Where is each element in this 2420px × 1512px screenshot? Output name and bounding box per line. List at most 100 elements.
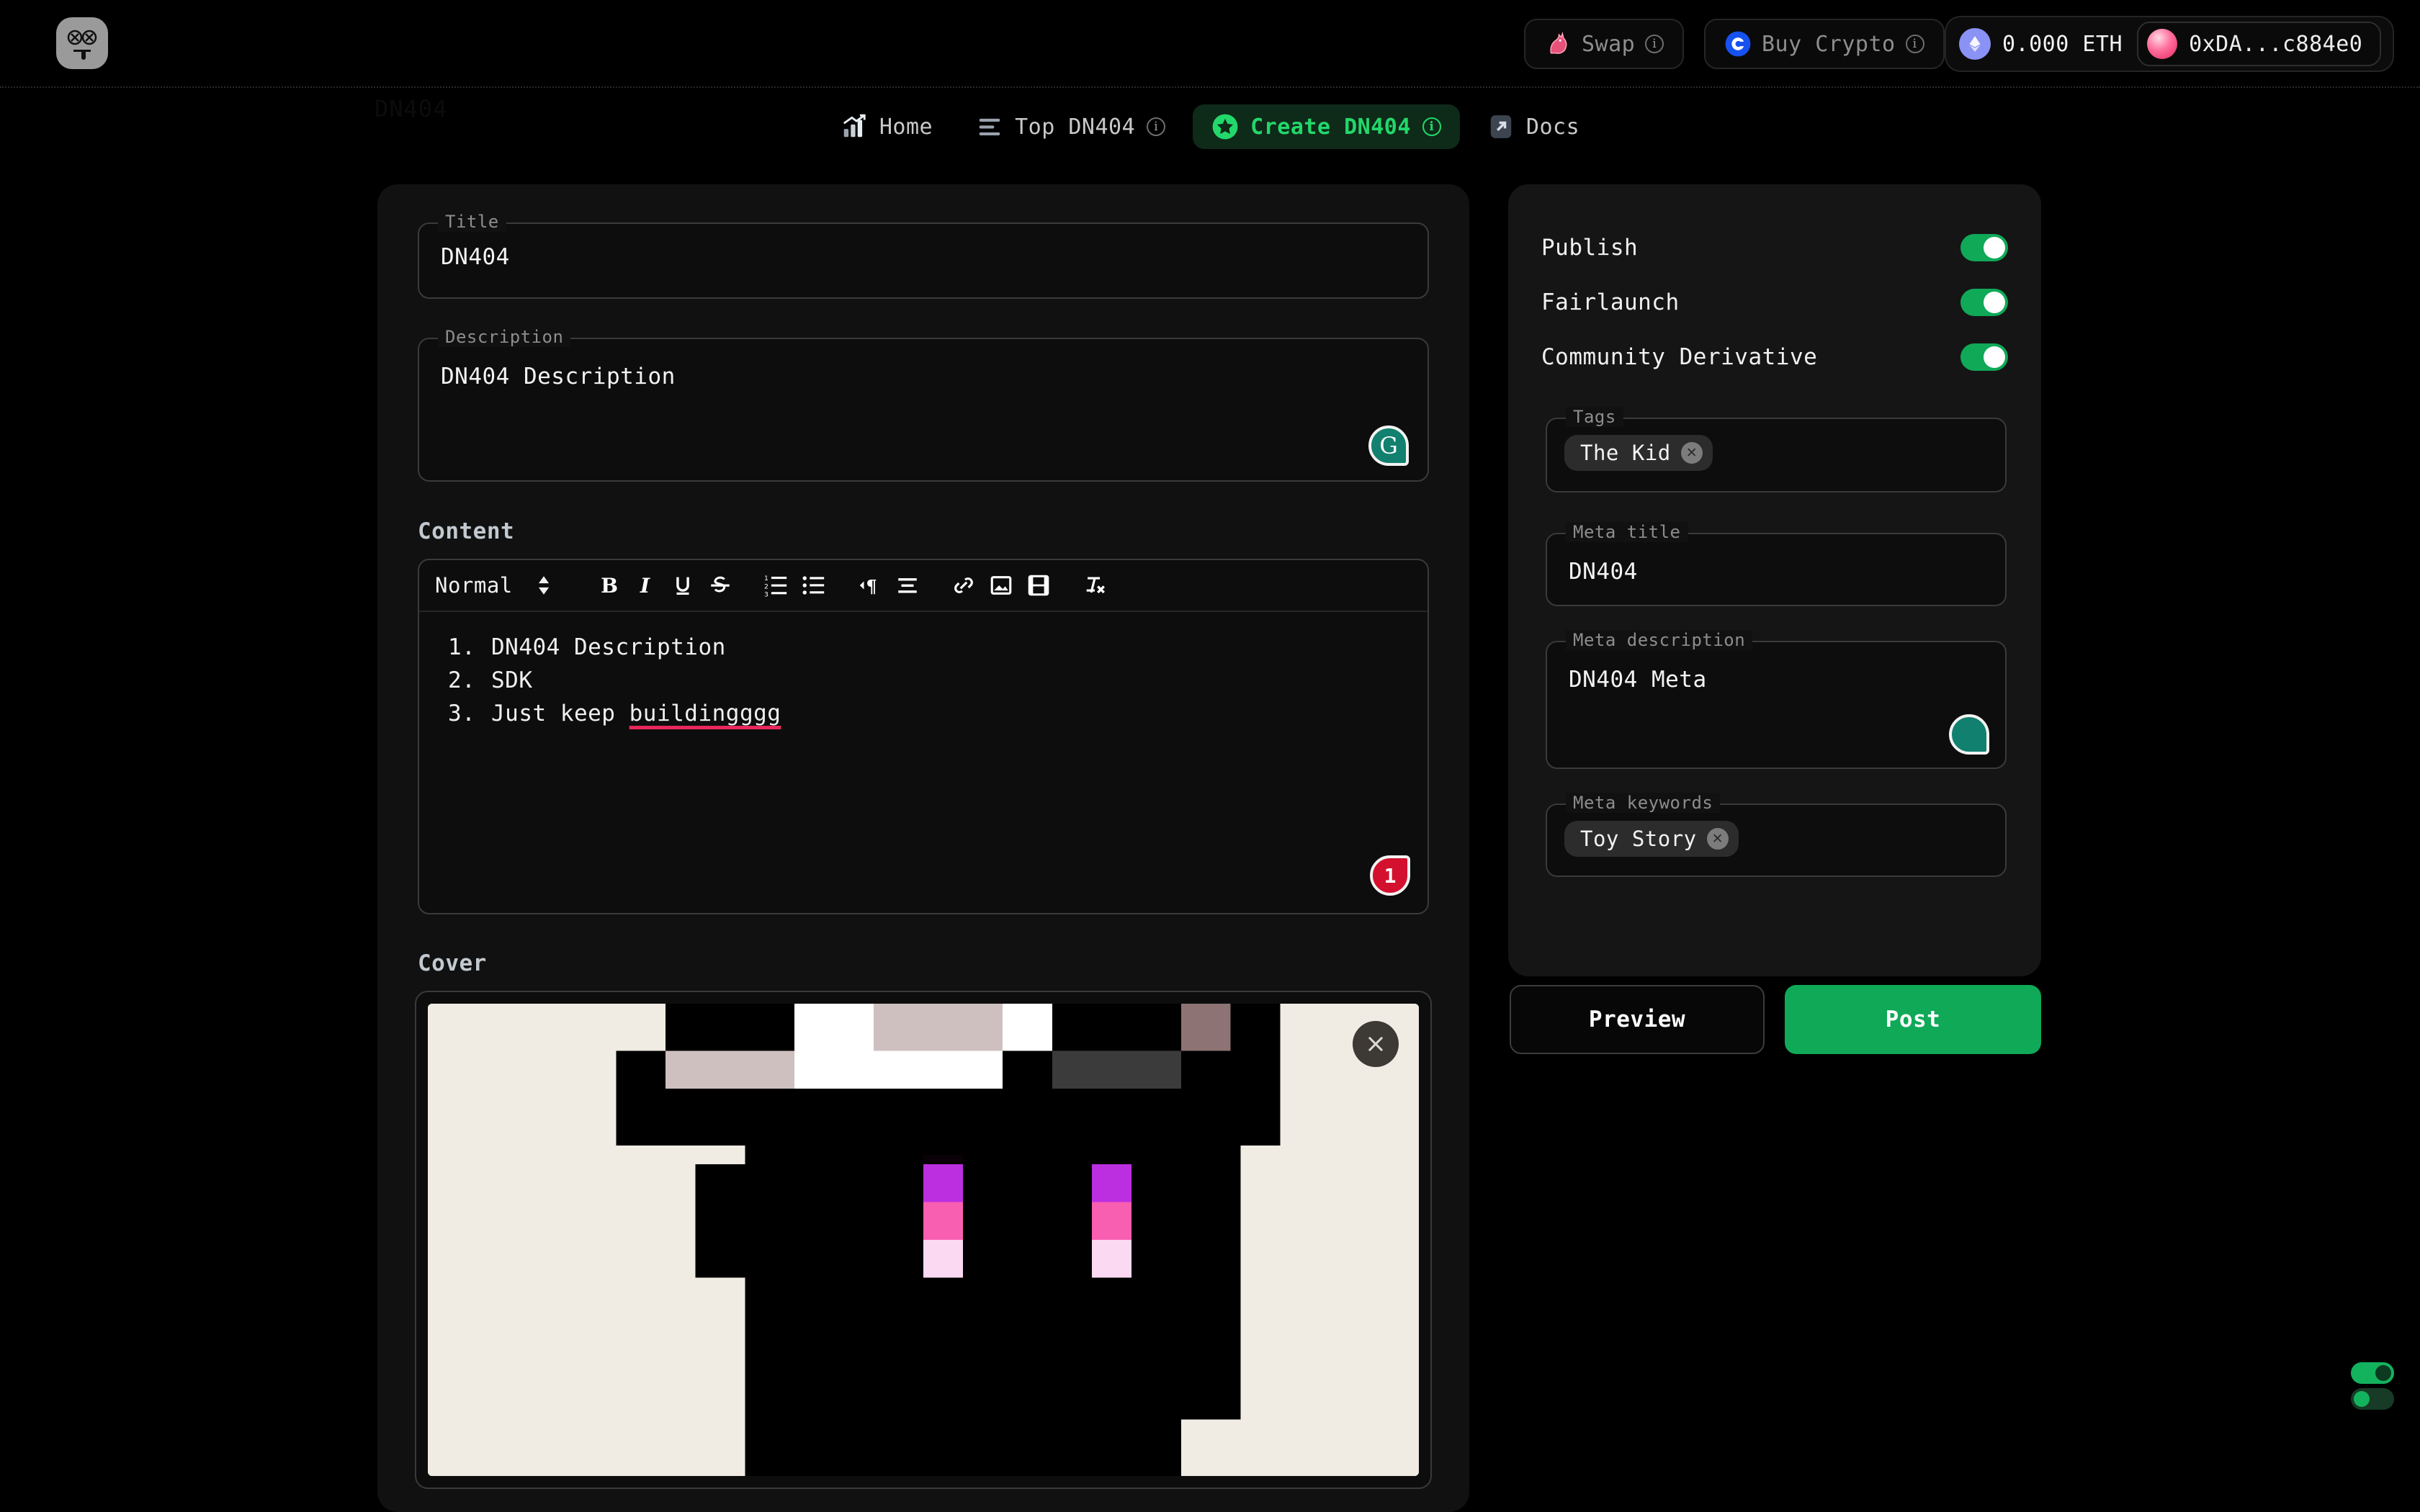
cover-upload-box[interactable] — [415, 991, 1432, 1489]
list-item-number: 2. — [448, 667, 476, 693]
editor-toolbar: Normal B I 1 2 3 ¶ — [419, 560, 1428, 612]
list-item-text: DN404 Description — [491, 634, 726, 660]
theme-toggle-on[interactable] — [2351, 1362, 2394, 1384]
toggle-row-publish: Publish — [1541, 229, 2008, 266]
image-icon[interactable] — [982, 567, 1020, 604]
bullet-list-icon[interactable] — [795, 567, 833, 604]
chip-close-icon[interactable]: ✕ — [1706, 828, 1729, 850]
meta-description-legend: Meta description — [1566, 630, 1753, 650]
style-select[interactable]: Normal — [435, 573, 570, 598]
post-button[interactable]: Post — [1785, 985, 2041, 1054]
wallet-address-button[interactable]: 0xDA...c884e0 — [2137, 22, 2382, 66]
text-direction-icon[interactable]: ¶ — [851, 567, 889, 604]
coinbase-icon — [1725, 31, 1751, 57]
nav-item-docs[interactable]: Docs — [1471, 104, 1595, 149]
content-editor[interactable]: Normal B I 1 2 3 ¶ 1. DN404 Description … — [418, 559, 1429, 914]
buy-crypto-button[interactable]: Buy Crypto i — [1704, 19, 1945, 69]
eth-balance-amount: 0.000 ETH — [2002, 31, 2123, 57]
meta-title-legend: Meta title — [1566, 522, 1688, 542]
toggle-fairlaunch[interactable] — [1960, 289, 2008, 316]
link-icon[interactable] — [945, 567, 982, 604]
list-icon — [979, 118, 1000, 136]
list-item: 3. Just keep buildingggg — [448, 697, 1399, 730]
close-icon[interactable] — [1353, 1021, 1399, 1067]
wallet-address-label: 0xDA...c884e0 — [2189, 31, 2363, 57]
external-link-icon — [1490, 115, 1512, 138]
preview-button[interactable]: Preview — [1510, 985, 1765, 1054]
main-nav: Home Top DN404 i Create DN404 i Docs — [0, 95, 2420, 158]
title-legend: Title — [438, 212, 506, 232]
tag-chip-label: The Kid — [1580, 441, 1671, 465]
list-item-number: 3. — [448, 701, 476, 726]
ethereum-icon — [1959, 28, 1991, 60]
nav-item-top-dn404-label: Top DN404 — [1015, 114, 1136, 140]
meta-title-field[interactable]: Meta title DN404 — [1546, 522, 2007, 609]
buy-crypto-label: Buy Crypto — [1762, 31, 1896, 57]
list-item: 1. DN404 Description — [448, 631, 1399, 664]
wallet-group: 0.000 ETH 0xDA...c884e0 — [1945, 16, 2395, 72]
toggle-publish[interactable] — [1960, 234, 2008, 261]
eth-balance[interactable]: 0.000 ETH — [1959, 28, 2127, 60]
video-icon[interactable] — [1020, 567, 1057, 604]
swap-button[interactable]: Swap i — [1524, 19, 1685, 69]
meta-title-input[interactable]: DN404 — [1547, 534, 2005, 609]
grammarly-issue-count-badge[interactable]: 1 — [1370, 855, 1410, 896]
bold-icon[interactable]: B — [589, 567, 627, 604]
avatar — [2147, 29, 2178, 59]
underline-icon[interactable] — [664, 567, 702, 604]
toggle-label-publish: Publish — [1541, 235, 1639, 261]
meta-keywords-chip-list: Toy Story ✕ — [1547, 805, 2005, 873]
meta-description-input[interactable]: DN404 Meta — [1547, 642, 2005, 717]
ordered-list-icon[interactable]: 1 2 3 — [758, 567, 795, 604]
background-ghost-text: DN404 — [375, 95, 448, 122]
description-legend: Description — [438, 327, 571, 347]
cover-label: Cover — [418, 950, 487, 976]
tags-legend: Tags — [1566, 407, 1623, 427]
meta-keywords-legend: Meta keywords — [1566, 793, 1721, 813]
info-icon[interactable]: i — [1422, 117, 1441, 136]
dead-face-logo-icon[interactable] — [56, 17, 108, 69]
svg-text:2: 2 — [764, 582, 768, 590]
nav-item-create-dn404[interactable]: Create DN404 i — [1193, 104, 1460, 149]
toggle-label-community-derivative: Community Derivative — [1541, 344, 1818, 370]
clear-format-icon[interactable] — [1076, 567, 1113, 604]
nav-item-docs-label: Docs — [1525, 114, 1580, 140]
nav-item-top-dn404[interactable]: Top DN404 i — [960, 104, 1181, 149]
theme-toggle-off[interactable] — [2351, 1388, 2394, 1410]
content-label: Content — [418, 518, 515, 544]
align-icon[interactable] — [889, 567, 926, 604]
grammarly-icon[interactable] — [1949, 714, 1989, 755]
svg-text:I: I — [640, 573, 650, 598]
theme-toggle-widget[interactable] — [2351, 1362, 2394, 1410]
list-item-text: SDK — [491, 667, 533, 693]
chip-close-icon[interactable]: ✕ — [1680, 442, 1703, 464]
title-field[interactable]: Title DN404 — [418, 212, 1429, 299]
description-input[interactable]: DN404 Description — [419, 339, 1428, 414]
info-icon[interactable]: i — [1905, 35, 1924, 53]
info-icon[interactable]: i — [1147, 117, 1166, 136]
nav-item-home[interactable]: Home — [825, 104, 949, 149]
toggle-label-fairlaunch: Fairlaunch — [1541, 289, 1680, 315]
pixel-art-character-cover — [428, 1004, 1419, 1476]
tag-chip[interactable]: The Kid ✕ — [1564, 435, 1713, 471]
tags-chip-list: The Kid ✕ — [1547, 419, 2005, 487]
tags-field[interactable]: Tags The Kid ✕ — [1546, 407, 2007, 492]
editor-body[interactable]: 1. DN404 Description 2. SDK 3. Just keep… — [419, 612, 1428, 913]
keyword-chip[interactable]: Toy Story ✕ — [1564, 821, 1739, 857]
nav-item-home-label: Home — [879, 114, 933, 140]
info-icon[interactable]: i — [1645, 35, 1664, 53]
meta-description-field[interactable]: Meta description DN404 Meta — [1546, 630, 2007, 769]
title-input[interactable]: DN404 — [419, 224, 1428, 290]
chevron-updown-icon — [538, 576, 549, 595]
svg-text:3: 3 — [764, 591, 768, 598]
strikethrough-icon[interactable] — [702, 567, 739, 604]
style-select-value: Normal — [435, 573, 513, 598]
svg-text:1: 1 — [764, 575, 768, 582]
list-item-number: 1. — [448, 634, 476, 660]
grammarly-issue-count: 1 — [1384, 863, 1397, 888]
grammarly-icon[interactable]: G — [1368, 426, 1409, 466]
meta-keywords-field[interactable]: Meta keywords Toy Story ✕ — [1546, 793, 2007, 877]
description-field[interactable]: Description DN404 Description G — [418, 327, 1429, 482]
italic-icon[interactable]: I — [627, 567, 664, 604]
toggle-community-derivative[interactable] — [1960, 343, 2008, 371]
